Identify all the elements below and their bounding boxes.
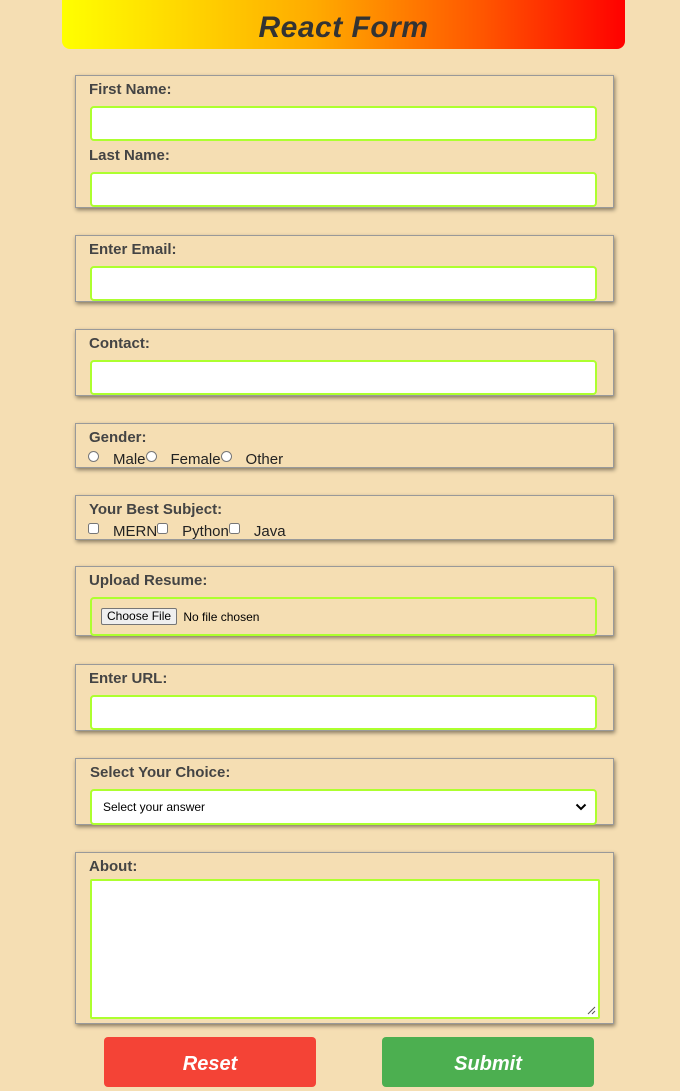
last-name-label: Last Name: — [89, 147, 170, 164]
about-label: About: — [89, 858, 138, 875]
gender-section: Gender: Male Female Other — [75, 423, 614, 468]
email-input[interactable] — [90, 266, 597, 301]
subject-checkbox-mern[interactable] — [88, 523, 99, 534]
resume-file-input: Choose File No file chosen — [90, 597, 597, 636]
subject-checkbox-java[interactable] — [228, 523, 240, 534]
gender-option-label: Female — [170, 451, 221, 468]
contact-section: Contact: — [75, 329, 614, 396]
gender-radio-other[interactable] — [220, 451, 232, 462]
gender-radio-male[interactable] — [88, 451, 99, 462]
choice-label: Select Your Choice: — [90, 764, 231, 781]
url-input[interactable] — [90, 695, 597, 730]
about-section: About: — [75, 852, 614, 1024]
subject-option-label: Java — [253, 523, 286, 540]
first-name-label: First Name: — [89, 81, 172, 98]
contact-input[interactable] — [90, 360, 597, 395]
resume-label: Upload Resume: — [89, 572, 208, 589]
choice-select-value: Select your answer — [103, 800, 206, 814]
file-status-text: No file chosen — [183, 609, 260, 624]
name-section: First Name: Last Name: — [75, 75, 614, 208]
first-name-input[interactable] — [90, 106, 597, 141]
choose-file-button[interactable]: Choose File — [101, 608, 178, 625]
gender-option-label: Male — [113, 451, 146, 468]
choice-select[interactable]: Select your answer — [90, 789, 597, 825]
about-textarea[interactable] — [90, 879, 600, 1019]
url-label: Enter URL: — [89, 670, 168, 687]
gender-radio-female[interactable] — [145, 451, 157, 462]
subject-label: Your Best Subject: — [89, 501, 223, 518]
email-label: Enter Email: — [89, 241, 177, 258]
choice-section: Select Your Choice: Select your answer — [75, 758, 614, 825]
subject-option-label: MERN — [113, 523, 158, 540]
subject-checkbox-python[interactable] — [157, 523, 169, 534]
subject-option-label: Python — [182, 523, 229, 540]
submit-button[interactable]: Submit — [382, 1037, 594, 1087]
chevron-down-icon — [575, 803, 587, 811]
gender-option-label: Other — [245, 451, 284, 468]
gender-label: Gender: — [89, 429, 147, 446]
last-name-input[interactable] — [90, 172, 597, 207]
gender-options: Male Female Other — [88, 451, 283, 468]
page-title: React Form — [258, 11, 429, 44]
contact-label: Contact: — [89, 335, 150, 352]
email-section: Enter Email: — [75, 235, 614, 302]
subject-options: MERN Python Java — [88, 523, 286, 540]
reset-button[interactable]: Reset — [104, 1037, 316, 1087]
resize-grip-icon[interactable] — [587, 1006, 596, 1015]
form-header: React Form — [62, 0, 625, 49]
resume-section: Upload Resume: Choose File No file chose… — [75, 566, 614, 636]
subject-section: Your Best Subject: MERN Python Java — [75, 495, 614, 540]
url-section: Enter URL: — [75, 664, 614, 731]
